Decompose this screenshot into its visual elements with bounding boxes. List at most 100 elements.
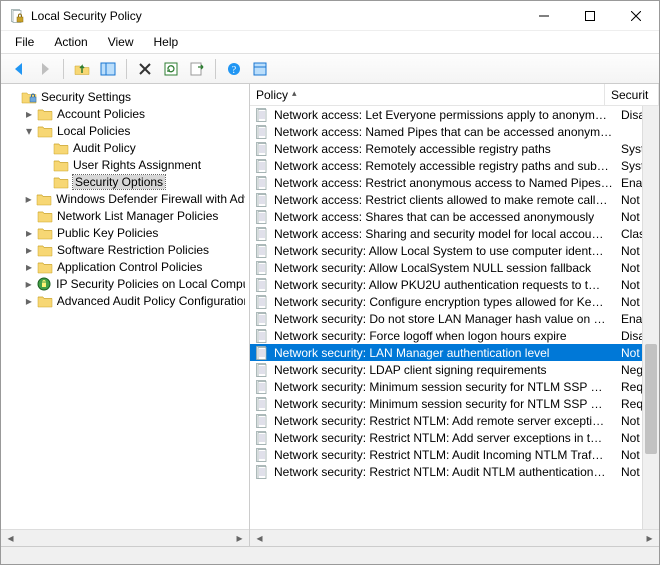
scroll-left-icon[interactable]: ◂ (252, 532, 267, 545)
forward-button (33, 58, 57, 80)
policy-name: Network security: Do not store LAN Manag… (274, 312, 606, 326)
tree-item[interactable]: ▸Windows Defender Firewall with Adva (5, 190, 249, 207)
policy-row[interactable]: Network security: LAN Manager authentica… (250, 344, 659, 361)
i-folder-icon (37, 106, 53, 122)
tree-item[interactable]: ▸Application Control Policies (5, 258, 249, 275)
refresh-button[interactable] (159, 58, 183, 80)
policy-row[interactable]: Network security: Configure encryption t… (250, 293, 659, 310)
scroll-thumb[interactable] (645, 344, 657, 454)
policy-row[interactable]: Network security: Force logoff when logo… (250, 327, 659, 344)
menubar: File Action View Help (1, 31, 659, 54)
security-tree[interactable]: Security Settings ▸ Account Policies▾Local… (1, 84, 249, 529)
menu-action[interactable]: Action (46, 33, 95, 51)
tree-subitem[interactable]: User Rights Assignment (5, 156, 249, 173)
policy-row[interactable]: Network access: Restrict clients allowed… (250, 191, 659, 208)
expander-icon (39, 176, 51, 188)
policy-icon (254, 294, 270, 310)
list-hscrollbar[interactable]: ◂ ▸ (250, 529, 659, 546)
policy-name: Network access: Remotely accessible regi… (274, 159, 609, 173)
tree-item-label: Public Key Policies (57, 226, 158, 240)
policy-row[interactable]: Network security: Minimum session securi… (250, 395, 659, 412)
policy-icon (254, 260, 270, 276)
column-security[interactable]: Securit (605, 84, 659, 105)
delete-button[interactable] (133, 58, 157, 80)
policy-name: Network access: Named Pipes that can be … (274, 125, 612, 139)
tree-subitem[interactable]: Audit Policy (5, 139, 249, 156)
policy-row[interactable]: Network security: Do not store LAN Manag… (250, 310, 659, 327)
tree-item[interactable]: ▸Advanced Audit Policy Configuration (5, 292, 249, 309)
tree-item-label: Account Policies (57, 107, 145, 121)
policy-row[interactable]: Network security: Allow Local System to … (250, 242, 659, 259)
policy-icon (254, 311, 270, 327)
scroll-left-icon[interactable]: ◂ (3, 532, 18, 545)
expander-icon[interactable]: ▸ (23, 193, 34, 205)
policy-name: Network security: Allow LocalSystem NULL… (274, 261, 591, 275)
tree-subitem[interactable]: Security Options (5, 173, 249, 190)
policy-row[interactable]: Network security: Restrict NTLM: Add ser… (250, 429, 659, 446)
client-area: Security Settings ▸ Account Policies▾Local… (1, 84, 659, 546)
help-button[interactable] (222, 58, 246, 80)
tree-item[interactable]: ▸Software Restriction Policies (5, 241, 249, 258)
menu-view[interactable]: View (100, 33, 142, 51)
policy-name: Network access: Restrict clients allowed… (274, 193, 607, 207)
policy-row[interactable]: Network security: Restrict NTLM: Audit I… (250, 446, 659, 463)
tree-hscrollbar[interactable]: ◂ ▸ (1, 529, 249, 546)
tree-item-label: Network List Manager Policies (57, 209, 218, 223)
close-button[interactable] (613, 1, 659, 30)
policy-list[interactable]: Network access: Let Everyone permissions… (250, 106, 659, 529)
policy-name: Network security: Minimum session securi… (274, 397, 603, 411)
expander-icon[interactable]: ▸ (23, 261, 35, 273)
policy-row[interactable]: Network access: Sharing and security mod… (250, 225, 659, 242)
policy-row[interactable]: Network security: Restrict NTLM: Audit N… (250, 463, 659, 480)
properties-button[interactable] (248, 58, 272, 80)
tree-item[interactable]: ▸ IP Security Policies on Local Compute (5, 275, 249, 292)
tree-root[interactable]: Security Settings (5, 88, 249, 105)
minimize-button[interactable] (521, 1, 567, 30)
policy-row[interactable]: Network access: Restrict anonymous acces… (250, 174, 659, 191)
back-button[interactable] (7, 58, 31, 80)
titlebar: Local Security Policy (1, 1, 659, 31)
policy-row[interactable]: Network security: Allow PKU2U authentica… (250, 276, 659, 293)
scroll-right-icon[interactable]: ▸ (642, 532, 657, 545)
expander-icon[interactable]: ▸ (23, 108, 35, 120)
sort-asc-icon: ▴ (292, 88, 297, 99)
expander-icon[interactable]: ▸ (23, 295, 35, 307)
expander-icon[interactable]: ▸ (23, 278, 34, 290)
expander-icon[interactable]: ▸ (23, 244, 35, 256)
separator (63, 59, 64, 79)
policy-row[interactable]: Network security: Minimum session securi… (250, 378, 659, 395)
policy-row[interactable]: Network access: Remotely accessible regi… (250, 157, 659, 174)
policy-name: Network security: LAN Manager authentica… (274, 346, 549, 360)
tree-item[interactable]: ▾Local Policies (5, 122, 249, 139)
list-pane: Policy ▴ Securit Network access: Let Eve… (250, 84, 659, 546)
policy-icon (254, 362, 270, 378)
tree-item[interactable]: ▸ Public Key Policies (5, 224, 249, 241)
expander-icon[interactable]: ▾ (23, 125, 35, 137)
policy-row[interactable]: Network access: Named Pipes that can be … (250, 123, 659, 140)
policy-row[interactable]: Network access: Let Everyone permissions… (250, 106, 659, 123)
up-button[interactable] (70, 58, 94, 80)
tree-item-label: IP Security Policies on Local Compute (56, 277, 245, 291)
tree-item[interactable]: ▸ Account Policies (5, 105, 249, 122)
policy-name: Network security: Allow PKU2U authentica… (274, 278, 600, 292)
tree-item[interactable]: Network List Manager Policies (5, 207, 249, 224)
i-folder-icon (53, 140, 69, 156)
scroll-right-icon[interactable]: ▸ (232, 532, 247, 545)
policy-row[interactable]: Network security: Allow LocalSystem NULL… (250, 259, 659, 276)
maximize-button[interactable] (567, 1, 613, 30)
list-header: Policy ▴ Securit (250, 84, 659, 106)
app-icon (9, 8, 25, 24)
column-policy[interactable]: Policy ▴ (250, 84, 605, 105)
expander-icon[interactable]: ▸ (23, 227, 35, 239)
pane-button[interactable] (96, 58, 120, 80)
policy-row[interactable]: Network security: LDAP client signing re… (250, 361, 659, 378)
export-button[interactable] (185, 58, 209, 80)
policy-row[interactable]: Network access: Shares that can be acces… (250, 208, 659, 225)
policy-row[interactable]: Network access: Remotely accessible regi… (250, 140, 659, 157)
i-folder-icon (37, 123, 53, 139)
policy-icon (254, 379, 270, 395)
list-vscrollbar[interactable] (642, 106, 659, 529)
menu-file[interactable]: File (7, 33, 42, 51)
menu-help[interactable]: Help (146, 33, 187, 51)
policy-row[interactable]: Network security: Restrict NTLM: Add rem… (250, 412, 659, 429)
